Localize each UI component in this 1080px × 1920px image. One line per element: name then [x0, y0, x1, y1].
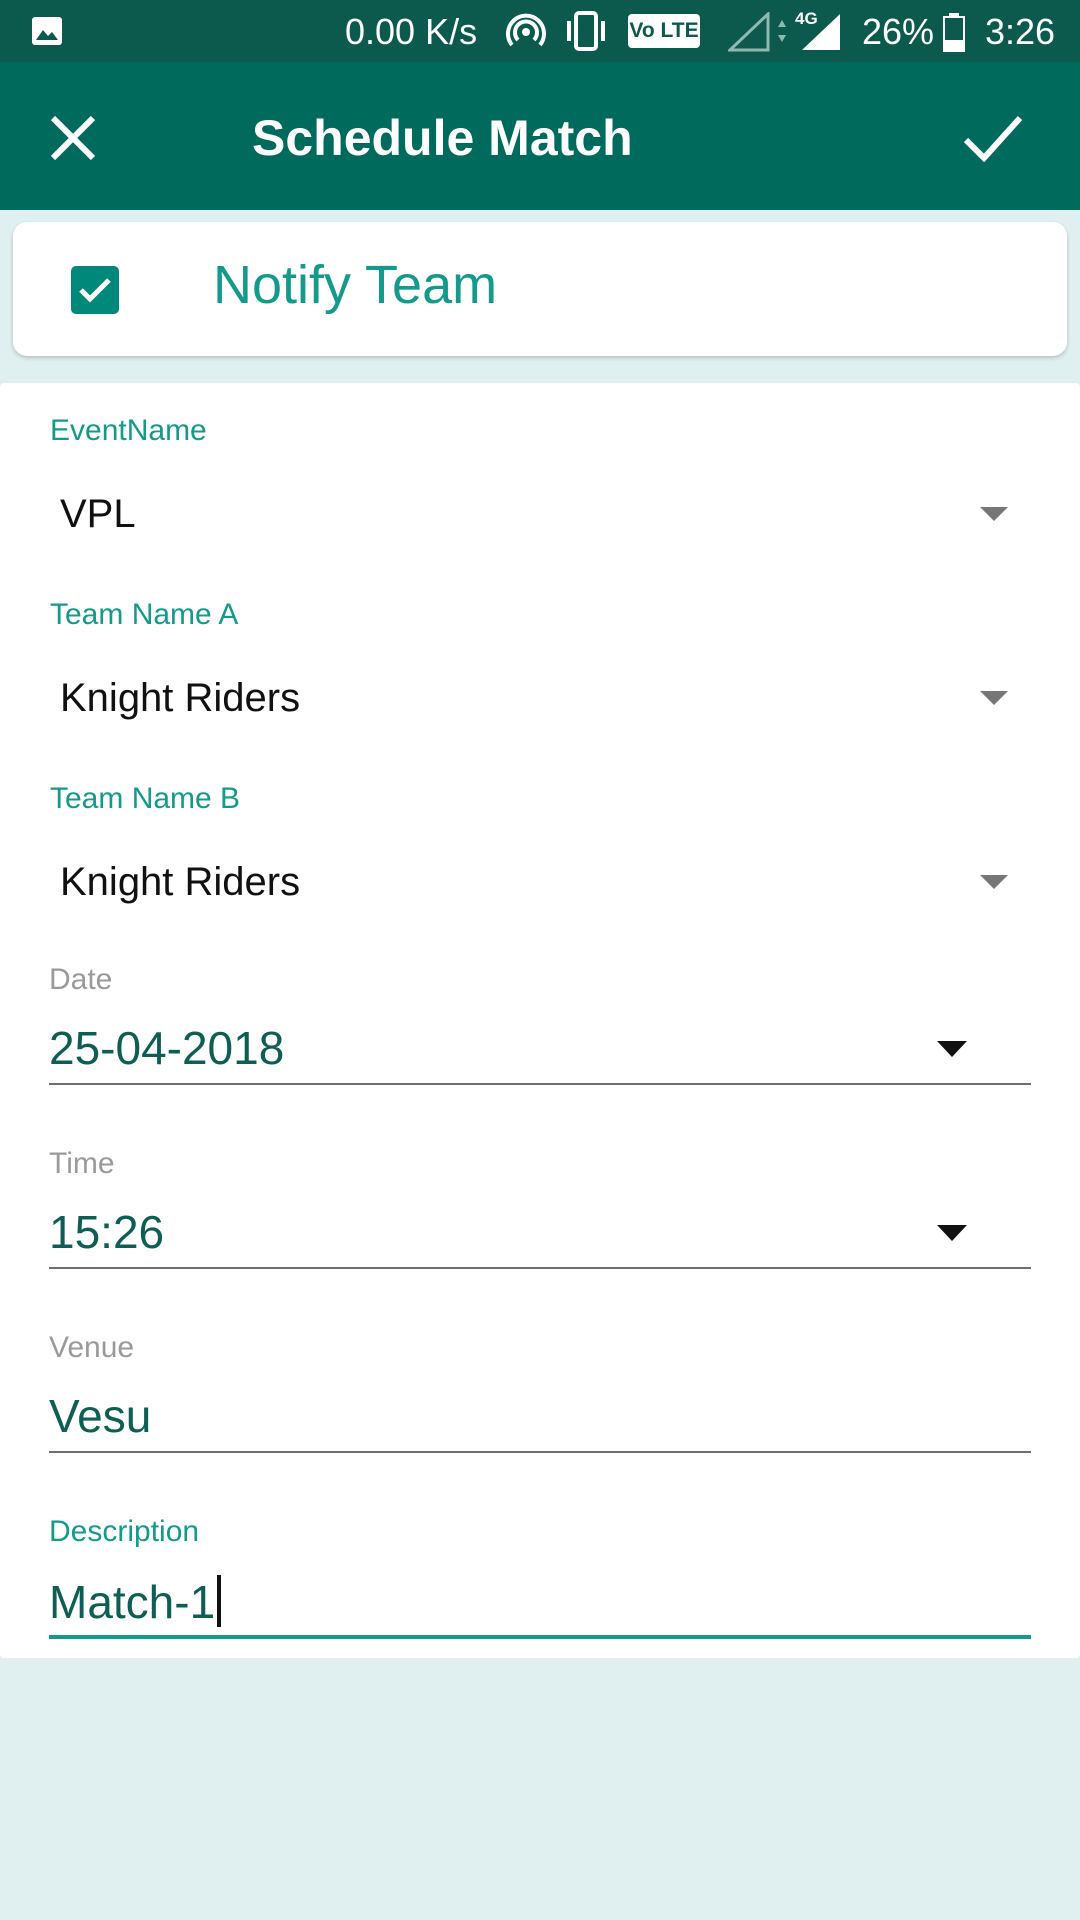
notify-team-card: Notify Team: [13, 222, 1067, 356]
team-b-label: Team Name B: [50, 782, 241, 815]
page-title: Schedule Match: [252, 110, 633, 166]
checkbox-check-icon: [79, 278, 111, 303]
time-field[interactable]: 15:26: [49, 1199, 1031, 1269]
signal-icon: [728, 12, 770, 52]
venue-input[interactable]: Vesu: [49, 1383, 1031, 1453]
time-dropdown-icon: [937, 1225, 967, 1241]
date-label: Date: [49, 963, 113, 996]
venue-label: Venue: [49, 1331, 135, 1364]
date-value: 25-04-2018: [49, 1022, 285, 1074]
date-dropdown-icon: [937, 1041, 967, 1057]
data-arrows-icon: [778, 20, 786, 42]
notify-team-label: Notify Team: [213, 255, 498, 315]
description-value-wrapper: Match-1: [49, 1575, 222, 1629]
team-b-dropdown[interactable]: Knight Riders: [48, 842, 1008, 922]
team-a-label: Team Name A: [50, 598, 239, 631]
chevron-down-icon: [980, 507, 1008, 521]
status-bar: 0.00 K/s Vo LTE 4G 26% 3:26: [0, 0, 1080, 62]
check-icon: [963, 115, 1023, 162]
venue-value: Vesu: [49, 1390, 152, 1442]
team-a-dropdown[interactable]: Knight Riders: [48, 658, 1008, 738]
team-b-value: Knight Riders: [60, 860, 301, 904]
event-name-dropdown[interactable]: VPL: [48, 474, 1008, 554]
time-label: Time: [49, 1147, 115, 1180]
chevron-down-icon: [980, 875, 1008, 889]
hotspot-icon: [506, 13, 546, 47]
status-clock: 3:26: [985, 11, 1056, 52]
signal-4g-icon: [802, 14, 840, 50]
vibrate-icon: [567, 11, 605, 51]
event-name-label: EventName: [50, 414, 207, 447]
close-icon: [50, 115, 96, 161]
app-bar: Schedule Match: [0, 62, 1080, 210]
text-cursor: [217, 1575, 222, 1627]
network-speed: 0.00 K/s: [345, 11, 478, 52]
event-name-value: VPL: [60, 492, 136, 536]
battery-icon: [943, 13, 965, 52]
gallery-icon: [32, 17, 62, 45]
notify-team-checkbox[interactable]: [71, 266, 119, 314]
match-form: EventName VPL Team Name A Knight Riders …: [0, 383, 1080, 1658]
volte-badge: Vo LTE: [628, 14, 700, 48]
description-value: Match-1: [49, 1576, 216, 1628]
save-button[interactable]: [955, 106, 1031, 170]
close-button[interactable]: [38, 106, 108, 170]
team-a-value: Knight Riders: [60, 676, 301, 720]
description-input[interactable]: Match-1: [49, 1569, 1031, 1639]
battery-percent: 26%: [862, 11, 935, 52]
date-field[interactable]: 25-04-2018: [49, 1015, 1031, 1085]
chevron-down-icon: [980, 691, 1008, 705]
time-value: 15:26: [49, 1206, 165, 1258]
description-label: Description: [49, 1515, 200, 1548]
